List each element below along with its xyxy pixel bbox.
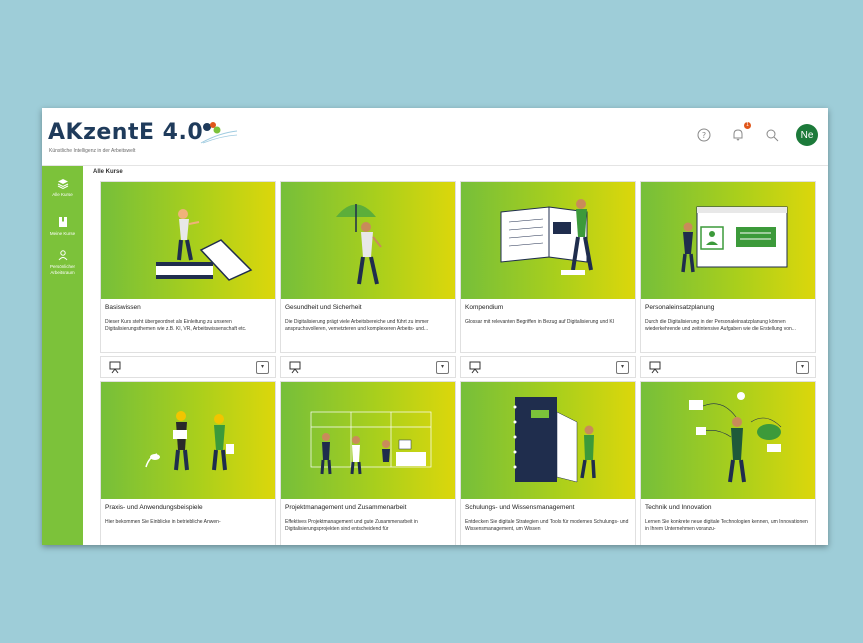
chevron-down-icon[interactable]: ▾ <box>616 361 629 374</box>
logo-subtitle: Künstliche Intelligenz in der Arbeitswel… <box>49 148 136 154</box>
course-description: Lernen Sie konkrete neue digitale Techno… <box>645 519 808 532</box>
logo-swoosh-icon <box>200 121 238 143</box>
course-title: Schulungs- und Wissensmanagement <box>465 504 575 511</box>
course-card[interactable]: Basiswissen Dieser Kurs steht übergeordn… <box>100 181 276 353</box>
presentation-icon <box>649 361 661 374</box>
presentation-icon <box>109 361 121 374</box>
course-description: Entdecken Sie digitale Strategien und To… <box>465 519 629 532</box>
sidebar-item-meine-kurse[interactable]: Meine Kurse <box>42 216 83 237</box>
app-window: AKzentE 4.0 Künstliche Intelligenz in de… <box>42 108 828 545</box>
top-icons: ? 1 Ne <box>694 122 818 146</box>
layers-icon <box>57 179 68 189</box>
logo[interactable]: AKzentE 4.0 Künstliche Intelligenz in de… <box>48 120 239 154</box>
svg-text:?: ? <box>702 131 706 140</box>
chevron-down-icon[interactable]: ▾ <box>256 361 269 374</box>
presentation-icon <box>289 361 301 374</box>
sidebar: Alle Kurse Meine Kurse Persönlicher Arbe… <box>42 166 83 545</box>
course-description: Durch die Digitalisierung in der Persona… <box>645 319 796 332</box>
course-illustration <box>641 382 815 499</box>
course-illustration <box>461 182 635 299</box>
course-card[interactable]: Kompendium Glossar mit relevanten Begrif… <box>460 181 636 353</box>
course-card[interactable]: Gesundheit und Sicherheit Die Digitalisi… <box>280 181 456 353</box>
logo-text: AKzentE 4.0 <box>48 120 204 145</box>
sidebar-item-label: Alle Kurse <box>52 192 73 197</box>
course-illustration <box>101 182 275 299</box>
course-card[interactable]: Schulungs- und Wissensmanagement Entdeck… <box>460 381 636 545</box>
avatar[interactable]: Ne <box>796 124 818 146</box>
help-icon[interactable]: ? <box>694 125 714 145</box>
search-icon[interactable] <box>762 125 782 145</box>
course-illustration <box>281 382 455 499</box>
course-title: Kompendium <box>465 304 504 311</box>
course-title: Technik und Innovation <box>645 504 712 511</box>
course-description: Effektives Projektmanagement und gute Zu… <box>285 519 418 532</box>
course-card[interactable]: Technik und Innovation Lernen Sie konkre… <box>640 381 816 545</box>
main-content: Alle Kurse Basiswissen Dieser Kurs steht… <box>83 166 828 545</box>
card-footer: ▾ <box>640 356 816 378</box>
bookmark-icon <box>58 217 67 227</box>
top-bar: AKzentE 4.0 Künstliche Intelligenz in de… <box>42 108 828 166</box>
sidebar-item-alle-kurse[interactable]: Alle Kurse <box>42 178 83 198</box>
course-title: Projektmanagement und Zusammenarbeit <box>285 504 407 511</box>
course-illustration <box>101 382 275 499</box>
course-description: Hier bekommen Sie Einblicke in betriebli… <box>105 519 221 525</box>
course-illustration <box>641 182 815 299</box>
course-illustration <box>281 182 455 299</box>
card-footer: ▾ <box>280 356 456 378</box>
course-description: Glossar mit relevanten Begriffen in Bezu… <box>465 319 615 325</box>
breadcrumb[interactable]: Alle Kurse <box>93 169 123 175</box>
course-card[interactable]: Personaleinsatzplanung Durch die Digital… <box>640 181 816 353</box>
sidebar-item-label: Persönlicher Arbeitsraum <box>49 264 75 275</box>
course-illustration <box>461 382 635 499</box>
course-title: Basiswissen <box>105 304 141 311</box>
sidebar-item-label: Meine Kurse <box>49 231 76 236</box>
chevron-down-icon[interactable]: ▾ <box>436 361 449 374</box>
sidebar-item-persoenlicher-arbeitsraum[interactable]: Persönlicher Arbeitsraum <box>42 250 83 276</box>
person-icon <box>58 250 67 261</box>
chevron-down-icon[interactable]: ▾ <box>796 361 809 374</box>
card-footer: ▾ <box>100 356 276 378</box>
course-card[interactable]: Projektmanagement und Zusammenarbeit Eff… <box>280 381 456 545</box>
course-card[interactable]: Praxis- und Anwendungsbeispiele Hier bek… <box>100 381 276 545</box>
presentation-icon <box>469 361 481 374</box>
course-title: Gesundheit und Sicherheit <box>285 304 362 311</box>
course-description: Dieser Kurs steht übergeordnet als Einle… <box>105 319 247 332</box>
notification-bell-icon[interactable]: 1 <box>728 122 751 145</box>
course-title: Praxis- und Anwendungsbeispiele <box>105 504 203 511</box>
course-description: Die Digitalisierung prägt viele Arbeitsb… <box>285 319 429 332</box>
notification-badge: 1 <box>744 122 751 129</box>
card-footer: ▾ <box>460 356 636 378</box>
course-title: Personaleinsatzplanung <box>645 304 715 311</box>
